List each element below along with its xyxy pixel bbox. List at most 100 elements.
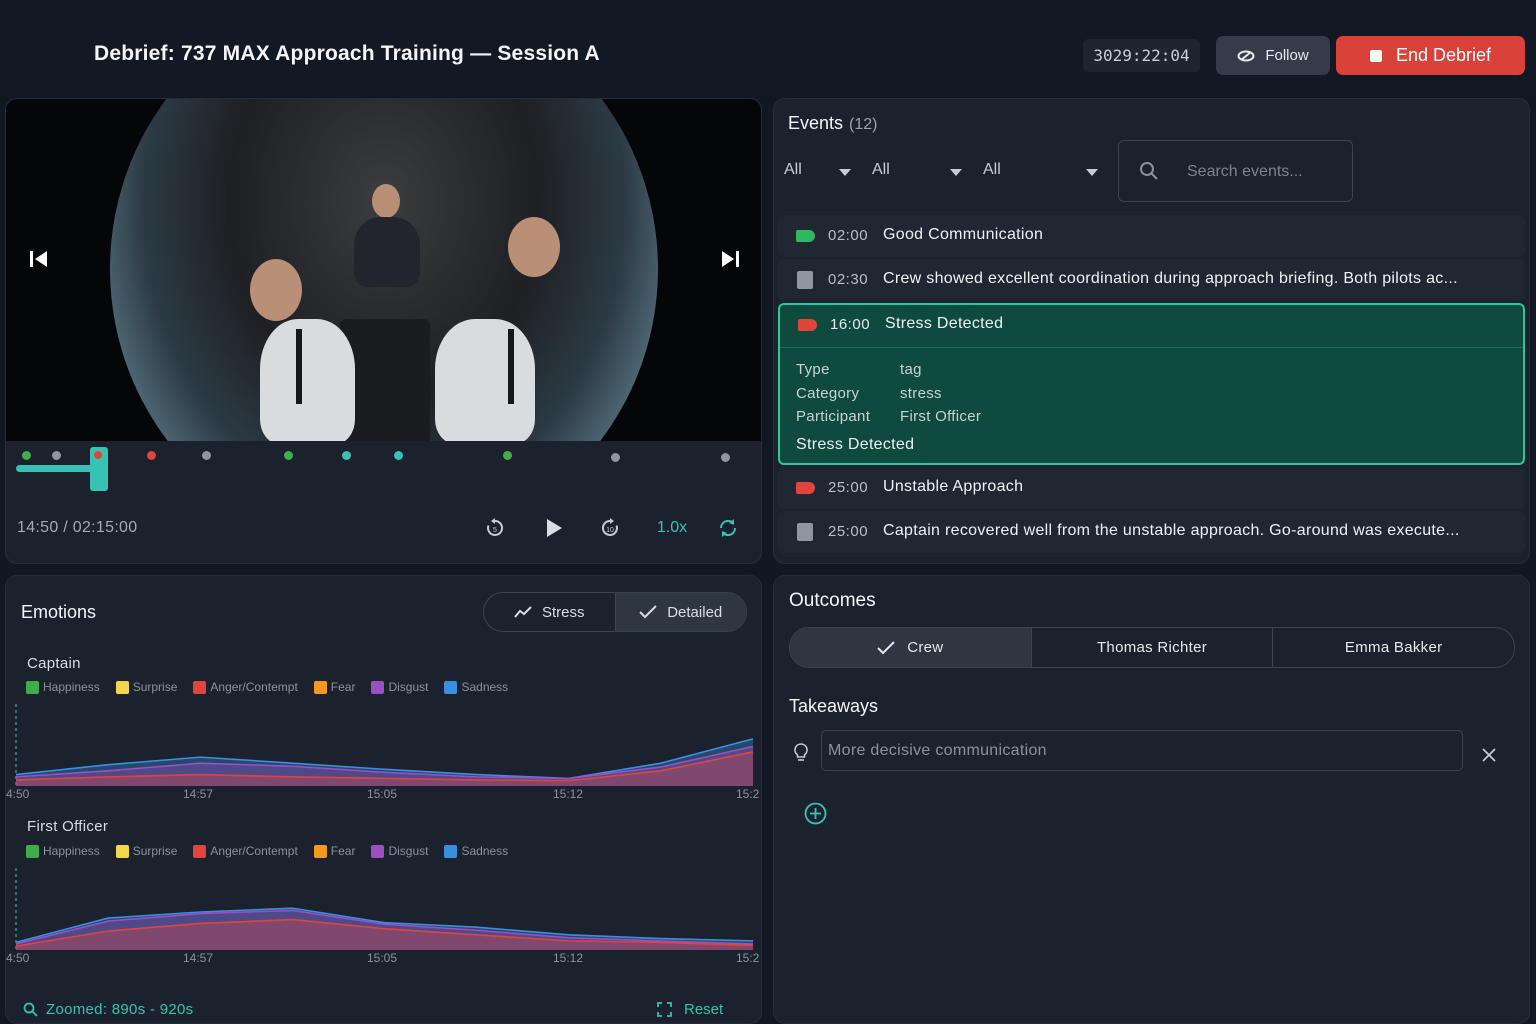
detailed-mode-label: Detailed [667,603,723,621]
first-officer-legend: Happiness Surprise Anger/Contempt Fear D… [26,844,508,858]
tab-emma-bakker[interactable]: Emma Bakker [1272,628,1514,667]
zoom-indicator: Zoomed: 890s - 920s [23,1001,193,1018]
outcomes-tabs: Crew Thomas Richter Emma Bakker [789,627,1515,668]
skip-forward-button[interactable] [719,249,741,275]
legend-item: Sadness [444,680,508,694]
video-frame[interactable] [6,99,761,441]
detail-category-value: stress [900,385,942,402]
events-count: (12) [849,116,878,133]
link-icon [1237,50,1255,61]
events-title-text: Events [788,113,844,133]
emotions-title: Emotions [21,602,97,622]
filter-category-select[interactable]: All [872,161,890,179]
playback-speed[interactable]: 1.0x [652,513,692,543]
takeaways-title: Takeaways [789,696,879,716]
x-tick: 15:05 [367,787,398,801]
legend-swatch-anger [193,844,207,858]
legend-swatch-anger [193,680,207,694]
event-time: 16:00 [830,316,871,333]
takeaway-input[interactable]: More decisive communication [821,730,1463,771]
add-takeaway-icon[interactable] [804,802,827,825]
legend-label: Anger/Contempt [210,680,298,694]
remove-takeaway-icon[interactable] [1482,748,1496,762]
cockpit-video-image [110,99,658,441]
x-tick: 4:50 [6,787,30,801]
event-time: 02:30 [828,271,869,288]
event-time: 02:00 [828,227,869,244]
x-tick: 14:57 [183,787,214,801]
event-label: Crew showed excellent coordination durin… [883,270,1458,287]
legend-label: Surprise [132,680,178,694]
event-row[interactable]: 02:30 Crew showed excellent coordination… [778,259,1525,301]
follow-button[interactable]: Follow [1216,36,1330,75]
search-icon [1140,162,1158,180]
legend-item: Happiness [26,844,100,858]
svg-text:5: 5 [493,527,497,534]
play-button[interactable] [542,513,566,543]
event-row[interactable]: 25:00 Captain recovered well from the un… [778,511,1525,553]
tab-crew[interactable]: Crew [790,628,1031,667]
legend-label: Sadness [461,680,509,694]
timeline-marker[interactable] [503,451,512,460]
detailed-mode-button[interactable]: Detailed [614,593,746,631]
timeline-marker[interactable] [52,451,61,460]
search-input[interactable]: Search events... [1118,140,1353,202]
x-tick: 15:2 [736,951,760,965]
tag-icon [796,230,815,242]
filter-participant-select[interactable]: All [983,161,1001,179]
timeline-marker[interactable] [394,451,403,460]
detail-type-label: Type [796,361,830,378]
legend-label: Fear [330,844,356,858]
event-label: Stress Detected [885,315,1004,332]
event-timeline[interactable] [6,441,761,497]
events-panel: Events (12) All All All Search events... … [773,98,1530,564]
tab-thomas-richter[interactable]: Thomas Richter [1030,628,1273,667]
reset-label: Reset [684,1001,724,1018]
forward-10-icon: 10 [601,518,618,536]
detail-participant-label: Participant [796,408,871,425]
legend-item: Anger/Contempt [193,844,298,858]
zoom-icon [23,1002,38,1017]
tag-icon [796,482,815,494]
timeline-marker[interactable] [94,451,102,459]
timeline-marker[interactable] [147,451,156,460]
note-icon [797,271,813,289]
stop-icon [1369,49,1382,62]
detail-type-value: tag [900,361,922,378]
sync-button[interactable] [715,513,741,543]
timeline-marker[interactable] [721,453,730,462]
timeline-marker[interactable] [284,451,293,460]
detail-participant-value: First Officer [900,408,982,425]
event-row[interactable]: 25:00 Unstable Approach [778,467,1525,509]
event-row[interactable]: 02:00 Good Communication [778,215,1525,257]
timeline-marker[interactable] [202,451,211,460]
trend-icon [514,606,532,618]
event-time: 25:00 [828,523,869,540]
legend-label: Sadness [461,844,509,858]
timeline-marker[interactable] [22,451,31,460]
filter-type-select[interactable]: All [784,161,802,179]
legend-swatch-disgust [371,680,385,694]
timeline-marker[interactable] [611,453,620,462]
replay-5-icon: 5 [487,518,504,536]
rewind-button[interactable]: 5 [482,513,508,543]
x-tick: 4:50 [6,951,30,965]
reset-zoom-button[interactable]: Reset [657,1001,723,1018]
timeline-marker[interactable] [342,451,351,460]
divider [780,347,1523,348]
legend-swatch-fear [313,844,327,858]
check-icon [877,640,895,654]
x-tick: 14:57 [183,951,214,965]
top-bar: Debrief: 737 MAX Approach Training — Ses… [0,0,1536,96]
legend-swatch-surprise [115,844,129,858]
legend-swatch-fear [313,680,327,694]
end-debrief-button[interactable]: End Debrief [1336,36,1525,75]
event-row-selected[interactable]: 16:00 Stress Detected Type tag Category … [778,303,1525,465]
stress-mode-button[interactable]: Stress [484,593,615,631]
svg-text:10: 10 [606,527,614,534]
forward-button[interactable]: 10 [597,513,623,543]
legend-swatch-surprise [115,680,129,694]
page-title: Debrief: 737 MAX Approach Training — Ses… [94,42,600,65]
skip-back-button[interactable] [28,249,50,275]
outcomes-title: Outcomes [789,590,876,611]
